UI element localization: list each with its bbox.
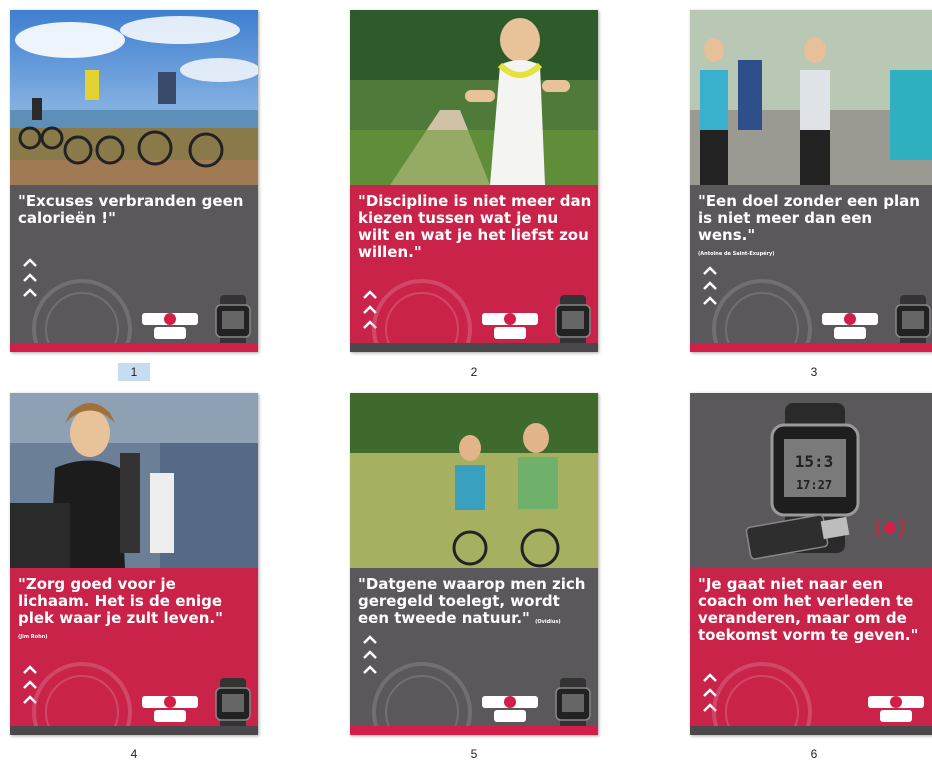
quote-attribution: (Jim Rohn) [18, 634, 48, 640]
footer-bar [690, 343, 932, 352]
sportmed-logo-icon [142, 313, 198, 339]
page-number-2: 2 [470, 365, 478, 379]
approved-stamp-icon [32, 662, 132, 735]
quote-panel: "Je gaat niet naar een coach om het verl… [690, 568, 932, 735]
quote-text: "Je gaat niet naar een coach om het verl… [698, 575, 919, 644]
approved-stamp-icon [712, 662, 812, 735]
sportmed-logo-icon [482, 696, 538, 722]
wireless-signal-icon [876, 518, 904, 538]
sportmed-logo-icon [142, 696, 198, 722]
page-number-5: 5 [470, 747, 478, 761]
page-thumbnail-1[interactable]: "Excuses verbranden geen calorieën !" [10, 10, 258, 352]
heart-rate-watch-icon [215, 295, 251, 347]
page-thumbnail-5[interactable]: "Datgene waarop men zich geregeld toeleg… [350, 393, 598, 735]
page-number-6: 6 [810, 747, 818, 761]
approved-stamp-icon [712, 279, 812, 352]
quote-panel: "Discipline is niet meer dan kiezen tuss… [350, 185, 598, 352]
heart-rate-watch-icon [895, 295, 931, 347]
footer-bar [350, 726, 598, 735]
page-number-3: 3 [810, 365, 818, 379]
svg-text:17:27: 17:27 [796, 478, 832, 492]
page-number-1: 1 [118, 363, 150, 381]
quote-text: "Zorg goed voor je lichaam. Het is de en… [18, 576, 252, 646]
heart-rate-watch-icon [215, 678, 251, 730]
running-photo [350, 10, 598, 185]
page-thumbnail-4[interactable]: "Zorg goed voor je lichaam. Het is de en… [10, 393, 258, 735]
svg-text:15:3: 15:3 [795, 452, 834, 471]
cycling-photo [10, 10, 258, 185]
heart-rate-watch-icon [555, 678, 591, 730]
quote-attribution: (Ovidius) [535, 619, 561, 625]
quote-panel: "Excuses verbranden geen calorieën !" [10, 185, 258, 352]
gym-photo [10, 393, 258, 568]
quote-text: "Datgene waarop men zich geregeld toeleg… [358, 575, 586, 627]
heart-rate-watch-icon [555, 295, 591, 347]
quote-text: "Excuses verbranden geen calorieën !" [18, 192, 244, 227]
couple-cycling-photo [350, 393, 598, 568]
quote-panel: "Zorg goed voor je lichaam. Het is de en… [10, 568, 258, 735]
quote-text: "Een doel zonder een plan is niet meer d… [698, 193, 932, 263]
runners-group-photo [690, 10, 932, 185]
page-thumbnail-2[interactable]: "Discipline is niet meer dan kiezen tuss… [350, 10, 598, 352]
footer-bar [690, 726, 932, 735]
quote-panel: "Een doel zonder een plan is niet meer d… [690, 185, 932, 352]
quote-attribution: (Antoine de Saint-Exupéry) [698, 251, 775, 257]
sportmed-logo-icon [482, 313, 538, 339]
page-number-4: 4 [130, 747, 138, 761]
footer-bar [350, 343, 598, 352]
quote-panel: "Datgene waarop men zich geregeld toeleg… [350, 568, 598, 735]
approved-stamp-icon [372, 279, 472, 352]
approved-stamp-icon [32, 279, 132, 352]
product-photo: 15:3 17:27 [690, 393, 932, 568]
footer-bar [10, 343, 258, 352]
approved-stamp-icon [372, 662, 472, 735]
sportmed-logo-icon [868, 696, 924, 722]
page-thumbnail-6[interactable]: 15:3 17:27 "Je gaat niet naar een coach … [690, 393, 932, 735]
footer-bar [10, 726, 258, 735]
sportmed-logo-icon [822, 313, 878, 339]
quote-text: "Discipline is niet meer dan kiezen tuss… [358, 192, 592, 261]
page-thumbnail-3[interactable]: "Een doel zonder een plan is niet meer d… [690, 10, 932, 352]
